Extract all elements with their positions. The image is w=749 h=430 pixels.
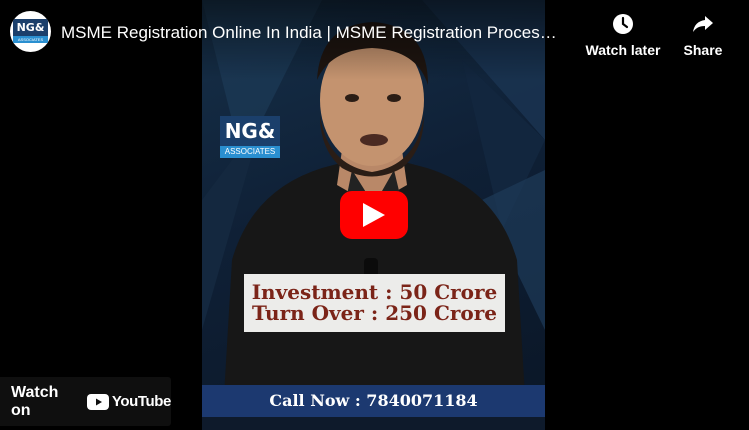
- channel-avatar[interactable]: NG& ASSOCIATES: [10, 11, 51, 52]
- investment-line: Investment : 50 Crore: [251, 280, 498, 304]
- call-now-banner: Call Now : 7840071184: [202, 385, 545, 417]
- youtube-icon: [86, 393, 109, 410]
- frame-logo: NG& ASSOCIATES: [220, 116, 280, 158]
- video-frame[interactable]: NG& ASSOCIATES Investment : 50 Crore Tur…: [202, 0, 545, 430]
- youtube-logo: YouTube: [86, 393, 172, 410]
- frame-logo-subtext: ASSOCIATES: [220, 146, 280, 158]
- frame-logo-text: NG&: [220, 116, 280, 146]
- bottom-strip: [202, 417, 545, 430]
- info-card: Investment : 50 Crore Turn Over : 250 Cr…: [244, 274, 505, 332]
- share-arrow-icon: [693, 16, 713, 32]
- turnover-line: Turn Over : 250 Crore: [251, 301, 497, 325]
- share-label: Share: [683, 42, 723, 58]
- video-title[interactable]: MSME Registration Online In India | MSME…: [61, 22, 573, 44]
- clock-icon: [613, 14, 633, 34]
- watch-later-button[interactable]: Watch later: [585, 12, 661, 59]
- watch-on-youtube-button[interactable]: Watch on YouTube: [0, 377, 171, 426]
- avatar-text: NG&: [13, 19, 48, 36]
- watch-on-label: Watch on: [11, 383, 59, 419]
- avatar-subtext: ASSOCIATES: [13, 36, 48, 43]
- youtube-wordmark: YouTube: [111, 393, 172, 410]
- play-button[interactable]: [340, 191, 408, 239]
- play-icon: [363, 203, 385, 227]
- share-button[interactable]: Share: [665, 12, 741, 59]
- watch-later-label: Watch later: [585, 42, 661, 58]
